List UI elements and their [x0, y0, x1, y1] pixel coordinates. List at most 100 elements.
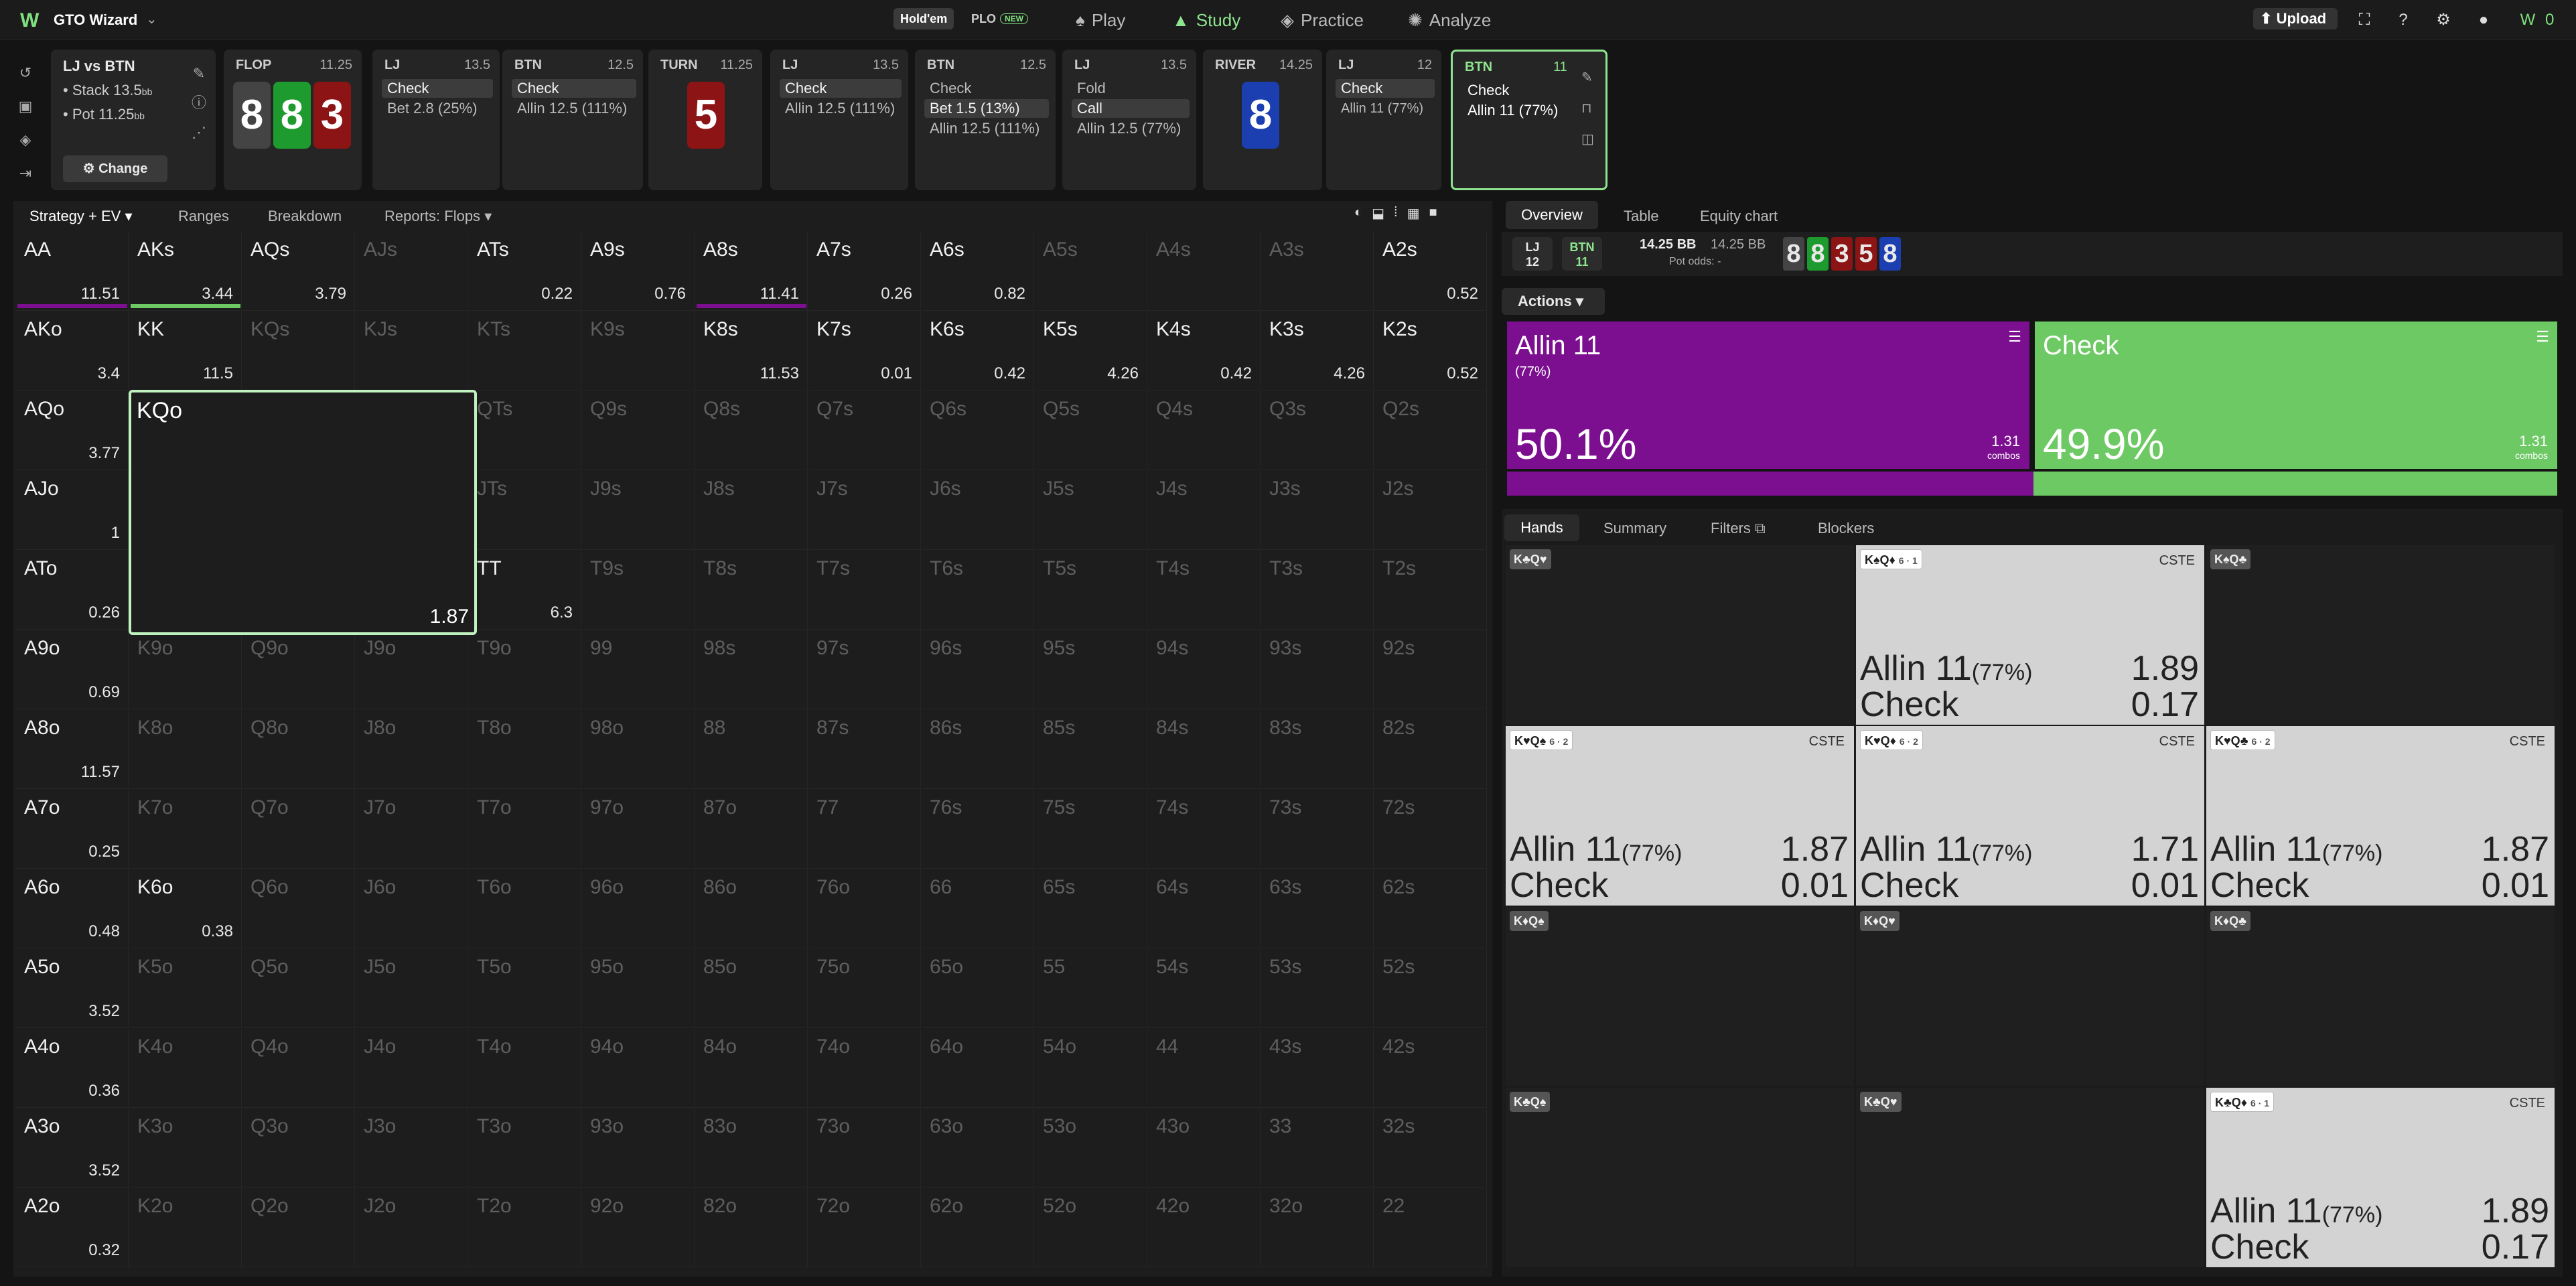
matrix-cell[interactable]: Q4o [242, 1029, 355, 1108]
matrix-cell[interactable]: J9o [356, 630, 468, 709]
matrix-cell[interactable]: K2o [129, 1188, 242, 1267]
focused-cell[interactable]: KQo 1.87 [129, 390, 477, 635]
hand-combo-card[interactable]: K♣Q♠ [1506, 1088, 1854, 1267]
matrix-cell[interactable]: A3o 3.52 [16, 1109, 129, 1188]
matrix-cell[interactable]: J7o [356, 790, 468, 869]
matrix-cell[interactable]: 77 [808, 790, 921, 869]
matrix-cell[interactable]: Q7s [808, 391, 921, 470]
matrix-cell[interactable]: 82o [695, 1188, 808, 1267]
compare-icon[interactable]: ◫ [1581, 124, 1594, 155]
matrix-cell[interactable]: 63o [922, 1109, 1034, 1188]
matrix-cell[interactable]: QTs [469, 391, 581, 470]
matrix-cell[interactable]: 97o [582, 790, 695, 869]
matrix-cell[interactable]: T5o [469, 949, 581, 1028]
share-icon[interactable]: ⋰ [192, 118, 206, 147]
matrix-cell[interactable]: 82s [1374, 710, 1487, 789]
hand-combo-card[interactable]: K♣Q♦ 6 · 1 CSTE Allin 11(77%) 1.89 Check 0.17 [2206, 1088, 2555, 1267]
matrix-cell[interactable]: 22 [1374, 1188, 1487, 1267]
hist-action[interactable]: Check [1462, 81, 1514, 100]
matrix-cell[interactable]: Q3o [242, 1109, 355, 1188]
matrix-cell[interactable]: J2s [1374, 471, 1487, 550]
lock-icon[interactable]: ⊓ [1581, 93, 1594, 124]
matrix-cell[interactable]: K8s 11.53 [695, 311, 808, 390]
matrix-cell[interactable]: T3o [469, 1109, 581, 1188]
matrix-cell[interactable]: K6s 0.42 [922, 311, 1034, 390]
matrix-cell[interactable]: A4o 0.36 [16, 1029, 129, 1108]
matrix-cell[interactable]: 66 [922, 869, 1034, 948]
matrix-cell[interactable]: Q4s [1148, 391, 1261, 470]
hist-btn-1[interactable]: BTN 12.5 Check Allin 12.5 (111%) [502, 50, 643, 190]
matrix-cell[interactable]: Q8o [242, 710, 355, 789]
matrix-cell[interactable]: J2o [356, 1188, 468, 1267]
matrix-cell[interactable]: 76s [922, 790, 1034, 869]
matrix-cell[interactable]: K4o [129, 1029, 242, 1108]
matrix-cell[interactable]: 33 [1261, 1109, 1374, 1188]
mode-holdem[interactable]: Hold'em [893, 8, 954, 29]
tab-summary[interactable]: Summary [1603, 520, 1666, 537]
tab-strategy-ev[interactable]: Strategy + EV ▾ [29, 208, 133, 225]
matrix-cell[interactable]: Q9s [582, 391, 695, 470]
matrix-cell[interactable]: 93o [582, 1109, 695, 1188]
nav-play[interactable]: ♠ Play [1076, 8, 1125, 32]
grid-icon[interactable]: ▦ [1407, 205, 1420, 222]
hist-btn-2[interactable]: BTN 12.5 Check Bet 1.5 (13%) Allin 12.5 (… [915, 50, 1056, 190]
hand-combo-card[interactable]: K♥Q♠ 6 · 2 CSTE Allin 11(77%) 1.87 Check 0.01 [1506, 726, 1854, 906]
matrix-cell[interactable]: K5o [129, 949, 242, 1028]
hist-action[interactable]: Check [1336, 79, 1435, 98]
matrix-cell[interactable]: 43s [1261, 1029, 1374, 1108]
upload-button[interactable]: ⬆ Upload [2253, 8, 2338, 29]
reset-icon[interactable]: ↺ [12, 56, 39, 90]
matrix-cell[interactable]: K8o [129, 710, 242, 789]
matrix-cell[interactable]: J8o [356, 710, 468, 789]
matrix-cell[interactable]: T3s [1261, 551, 1374, 630]
matrix-cell[interactable]: 96o [582, 869, 695, 948]
matrix-cell[interactable]: K7o [129, 790, 242, 869]
matrix-cell[interactable]: 55 [1035, 949, 1147, 1028]
action-allin-card[interactable]: Allin 11 (77%) 50.1% 1.31 combos ☰ [1507, 322, 2029, 469]
matrix-cell[interactable]: A9s 0.76 [582, 232, 695, 311]
pencil-icon[interactable]: ✎ [192, 59, 206, 88]
square-icon[interactable]: ■ [1429, 205, 1437, 222]
matrix-cell[interactable]: TT 6.3 [469, 551, 581, 630]
hand-combo-card[interactable]: K♥Q♦ 6 · 2 CSTE Allin 11(77%) 1.71 Check 0.01 [1856, 726, 2204, 906]
matrix-cell[interactable]: 85s [1035, 710, 1147, 789]
btn-seat[interactable]: BTN 11 [1562, 237, 1602, 271]
fullscreen-icon[interactable]: ⛶ [2352, 8, 2376, 32]
matrix-cell[interactable]: K3o [129, 1109, 242, 1188]
matrix-cell[interactable]: 44 [1148, 1029, 1261, 1108]
matrix-cell[interactable]: 94o [582, 1029, 695, 1108]
matrix-cell[interactable]: JTs [469, 471, 581, 550]
matrix-cell[interactable]: 75s [1035, 790, 1147, 869]
matrix-cell[interactable]: J3o [356, 1109, 468, 1188]
matrix-cell[interactable]: 42o [1148, 1188, 1261, 1267]
logo-icon[interactable]: W [20, 9, 43, 31]
matrix-cell[interactable]: 76o [808, 869, 921, 948]
matrix-cell[interactable]: 72s [1374, 790, 1487, 869]
matrix-cell[interactable]: J3s [1261, 471, 1374, 550]
hist-action[interactable]: Allin 12.5 (111%) [924, 119, 1045, 138]
matrix-cell[interactable]: KQs [242, 311, 355, 390]
matrix-cell[interactable]: A7s 0.26 [808, 232, 921, 311]
hist-lj-3[interactable]: LJ 13.5 Fold Call Allin 12.5 (77%) [1062, 50, 1196, 190]
matrix-cell[interactable]: Q5s [1035, 391, 1147, 470]
hist-river[interactable]: RIVER 14.25 8 [1203, 50, 1322, 190]
matrix-cell[interactable]: AKo 3.4 [16, 311, 129, 390]
matrix-cell[interactable]: A8s 11.41 [695, 232, 808, 311]
matrix-cell[interactable]: T2o [469, 1188, 581, 1267]
tab-breakdown[interactable]: Breakdown [268, 208, 342, 225]
matrix-cell[interactable]: A9o 0.69 [16, 630, 129, 709]
matrix-cell[interactable]: K9o [129, 630, 242, 709]
matrix-cell[interactable]: 72o [808, 1188, 921, 1267]
hist-action[interactable]: Allin 12.5 (111%) [512, 99, 632, 118]
matrix-cell[interactable]: J9s [582, 471, 695, 550]
hand-combo-card[interactable]: K♠Q♦ 6 · 1 CSTE Allin 11(77%) 1.89 Check 0.17 [1856, 545, 2204, 725]
hand-combo-card[interactable]: K♦Q♣ [2206, 907, 2555, 1086]
brand-name[interactable]: GTO Wizard [54, 11, 137, 29]
hand-combo-card[interactable]: K♠Q♣ [2206, 545, 2555, 725]
matrix-cell[interactable]: ATs 0.22 [469, 232, 581, 311]
matrix-cell[interactable]: 85o [695, 949, 808, 1028]
hist-btn-current[interactable]: BTN 11 Check Allin 11 (77%) ✎ ⊓ ◫ [1451, 50, 1607, 190]
hand-combo-card[interactable]: K♣Q♥ [1856, 1088, 2204, 1267]
matrix-cell[interactable]: Q7o [242, 790, 355, 869]
matrix-cell[interactable]: A7o 0.25 [16, 790, 129, 869]
